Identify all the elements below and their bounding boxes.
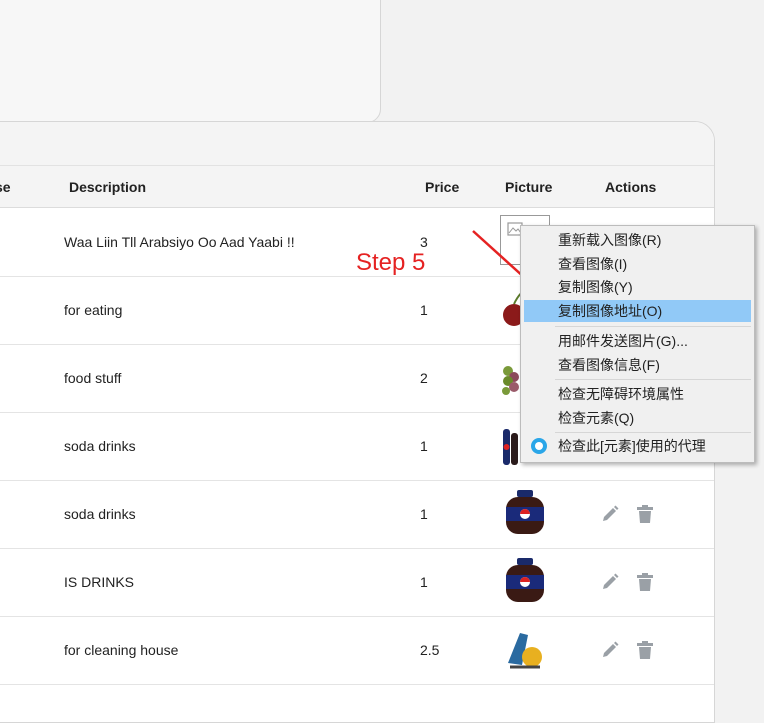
menu-item-email-image[interactable]: 用邮件发送图片(G)... [524,330,751,352]
menu-item-inspect-proxy[interactable]: 检查此[元素]使用的代理 [524,435,751,457]
menu-item-inspect-element[interactable]: 检查元素(Q) [524,407,751,429]
menu-item-reload-image[interactable]: 重新载入图像(R) [524,229,751,251]
menu-item-inspect-accessibility[interactable]: 检查无障碍环境属性 [524,383,751,405]
extension-icon [531,438,547,454]
menu-item-copy-image[interactable]: 复制图像(Y) [524,276,751,298]
menu-separator [555,379,751,380]
menu-item-view-image[interactable]: 查看图像(I) [524,253,751,275]
menu-separator [555,326,751,327]
menu-item-view-image-info[interactable]: 查看图像信息(F) [524,354,751,376]
context-menu: 重新载入图像(R) 查看图像(I) 复制图像(Y) 复制图像地址(O) 用邮件发… [520,225,755,463]
menu-item-copy-image-address[interactable]: 复制图像地址(O) [524,300,751,322]
step-label: Step 5 [356,249,426,276]
menu-separator [555,432,751,433]
